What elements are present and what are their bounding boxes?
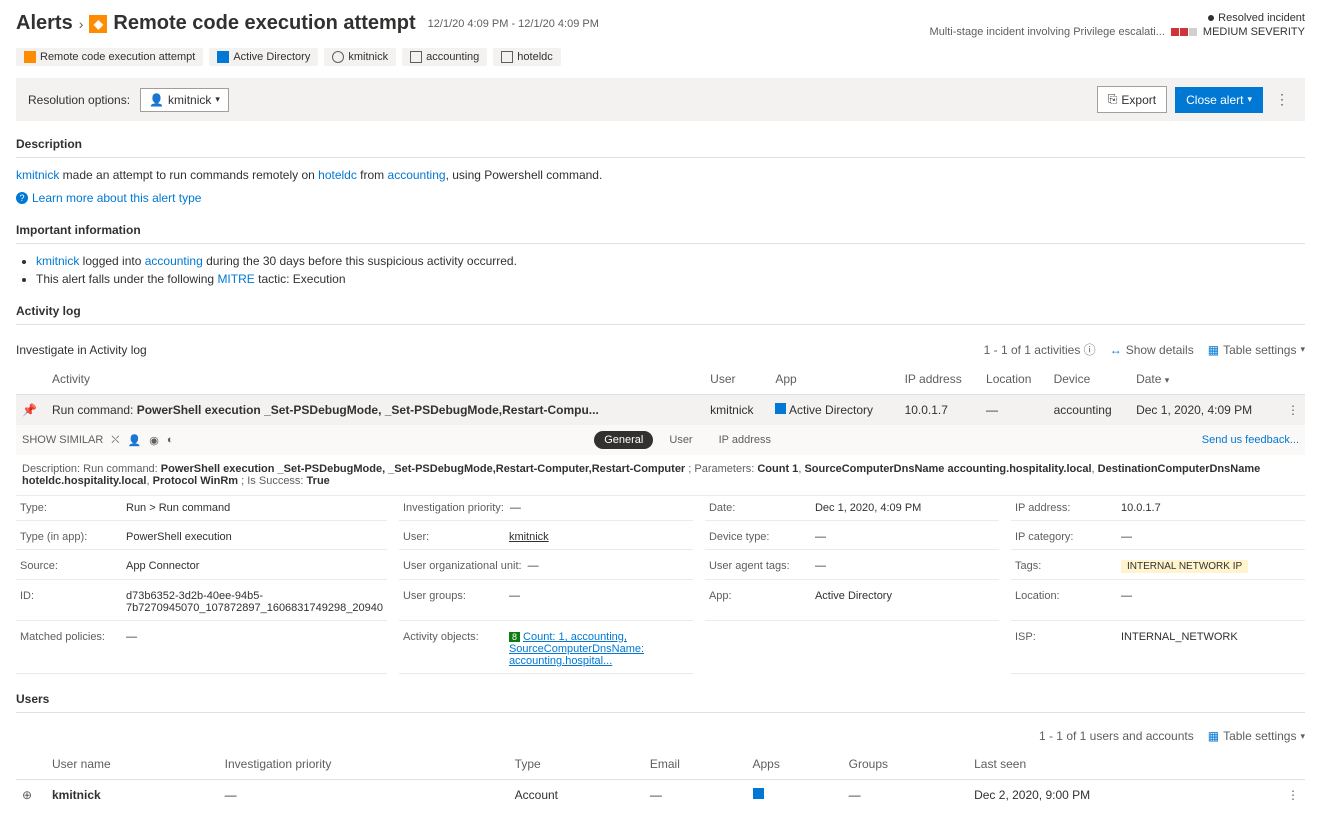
user-row[interactable]: ⊕ kmitnick — Account — — Dec 2, 2020, 9:… <box>16 780 1305 811</box>
description-text: kmitnick made an attempt to run commands… <box>16 168 1305 182</box>
show-details-button[interactable]: ↔Show details <box>1110 343 1194 357</box>
timestamp: 12/1/20 4:09 PM - 12/1/20 4:09 PM <box>428 18 599 30</box>
col-lastseen[interactable]: Last seen <box>968 749 1281 780</box>
feedback-link[interactable]: Send us feedback... <box>1202 434 1299 446</box>
chip-general[interactable]: General <box>594 431 653 449</box>
alert-icon: ◆ <box>89 15 107 33</box>
users-table: User name Investigation priority Type Em… <box>16 749 1305 810</box>
pin-icon[interactable]: 📌 <box>22 403 37 417</box>
alert-icon <box>24 51 36 63</box>
severity-label: MEDIUM SEVERITY <box>1203 26 1305 38</box>
chevron-right-icon: › <box>79 16 84 32</box>
col-groups[interactable]: Groups <box>843 749 968 780</box>
globe-icon[interactable]: ◉ <box>149 434 159 447</box>
bullet-user-link[interactable]: kmitnick <box>36 254 79 268</box>
activity-table: Activity User App IP address Location De… <box>16 364 1305 425</box>
mitre-link[interactable]: MITRE <box>217 272 254 286</box>
col-priority[interactable]: Investigation priority <box>219 749 509 780</box>
user-filter-icon[interactable]: 👤 <box>128 434 142 447</box>
status-dot-icon <box>1208 15 1214 21</box>
col-user[interactable]: User <box>704 364 769 395</box>
users-count: 1 - 1 of 1 users and accounts <box>1039 729 1194 743</box>
activity-row[interactable]: 📌 Run command: PowerShell execution _Set… <box>16 395 1305 426</box>
settings-icon: ▦ <box>1208 729 1219 743</box>
table-settings-button[interactable]: ▦Table settings ▾ <box>1208 343 1305 357</box>
expand-icon: ↔ <box>1110 343 1122 357</box>
desc-user-link[interactable]: kmitnick <box>16 168 59 182</box>
status-resolved: Resolved incident <box>1218 12 1305 24</box>
users-table-settings-button[interactable]: ▦Table settings ▾ <box>1208 729 1305 743</box>
resolution-toolbar: Resolution options: 👤 kmitnick ▾ ⎘Export… <box>16 78 1305 121</box>
desc-host2-link[interactable]: accounting <box>388 168 446 182</box>
object-count-badge: 8 <box>509 632 520 642</box>
chevron-down-icon: ▾ <box>1300 344 1305 355</box>
chevron-down-icon: ▾ <box>215 94 220 105</box>
col-type[interactable]: Type <box>509 749 644 780</box>
tag-internal-network: INTERNAL NETWORK IP <box>1121 560 1248 573</box>
windows-icon <box>217 51 229 63</box>
important-bullet-1: kmitnick logged into accounting during t… <box>36 254 1305 268</box>
pill-user[interactable]: kmitnick <box>324 48 396 66</box>
windows-icon <box>775 403 786 414</box>
host-icon <box>410 51 422 63</box>
pill-host-accounting[interactable]: accounting <box>402 48 487 66</box>
detail-user-link[interactable]: kmitnick <box>509 531 549 543</box>
settings-icon: ▦ <box>1208 343 1219 357</box>
filter-icon[interactable]: ⛌ <box>111 434 119 447</box>
user-row-more-button[interactable]: ⋮ <box>1287 788 1299 802</box>
show-similar-label: SHOW SIMILAR <box>22 434 103 446</box>
activity-objects-link[interactable]: Count: 1, accounting, SourceComputerDnsN… <box>509 631 644 667</box>
col-username[interactable]: User name <box>46 749 219 780</box>
chip-ip[interactable]: IP address <box>709 431 781 449</box>
breadcrumb-root[interactable]: Alerts <box>16 12 73 35</box>
pill-alert[interactable]: Remote code execution attempt <box>16 48 203 66</box>
col-activity[interactable]: Activity <box>46 364 704 395</box>
page-title: Remote code execution attempt <box>113 12 415 35</box>
col-apps[interactable]: Apps <box>747 749 843 780</box>
user-row-icon: ⊕ <box>22 788 32 802</box>
info-icon: ? <box>16 192 28 204</box>
status-sub: Multi-stage incident involving Privilege… <box>930 26 1165 38</box>
user-icon <box>332 51 344 63</box>
important-info-title: Important information <box>16 223 1305 237</box>
entity-pills: Remote code execution attempt Active Dir… <box>16 48 1305 66</box>
bullet-host-link[interactable]: accounting <box>145 254 203 268</box>
user-icon: 👤 <box>149 93 164 107</box>
investigate-label: Investigate in Activity log <box>16 343 147 357</box>
pill-host-hoteldc[interactable]: hoteldc <box>493 48 560 66</box>
more-actions-button[interactable]: ⋮ <box>1271 87 1293 112</box>
users-title: Users <box>16 692 1305 706</box>
resolution-options-label: Resolution options: <box>28 93 130 107</box>
severity-bars-icon <box>1171 28 1197 36</box>
chip-user[interactable]: User <box>659 431 702 449</box>
row-more-button[interactable]: ⋮ <box>1287 403 1299 417</box>
chevron-down-icon: ▾ <box>1247 94 1252 105</box>
activity-count: 1 - 1 of 1 activities ⓘ <box>984 341 1096 358</box>
desc-host1-link[interactable]: hoteldc <box>318 168 357 182</box>
learn-more-link[interactable]: ? Learn more about this alert type <box>16 191 201 205</box>
windows-icon <box>753 788 764 799</box>
activity-log-title: Activity log <box>16 304 1305 318</box>
col-location[interactable]: Location <box>980 364 1048 395</box>
detail-description: Description: Run command: PowerShell exe… <box>16 455 1305 496</box>
chevron-down-icon: ▾ <box>1300 731 1305 742</box>
col-email[interactable]: Email <box>644 749 747 780</box>
pill-directory[interactable]: Active Directory <box>209 48 318 66</box>
chevron-down-icon: ▾ <box>1165 375 1170 385</box>
col-ip[interactable]: IP address <box>899 364 980 395</box>
export-icon: ⎘ <box>1108 92 1118 107</box>
important-bullet-2: This alert falls under the following MIT… <box>36 272 1305 286</box>
close-alert-button[interactable]: Close alert ▾ <box>1175 87 1263 113</box>
host-icon <box>501 51 513 63</box>
description-title: Description <box>16 137 1305 151</box>
detail-grid: Type:Run > Run command Investigation pri… <box>16 496 1305 674</box>
info-filter-icon[interactable]: ◐ <box>167 434 174 446</box>
info-icon[interactable]: ⓘ <box>1084 343 1096 357</box>
col-app[interactable]: App <box>769 364 898 395</box>
export-button[interactable]: ⎘Export <box>1097 86 1167 113</box>
col-date[interactable]: Date ▾ <box>1130 364 1281 395</box>
resolution-user-dropdown[interactable]: 👤 kmitnick ▾ <box>140 88 229 112</box>
col-device[interactable]: Device <box>1048 364 1131 395</box>
